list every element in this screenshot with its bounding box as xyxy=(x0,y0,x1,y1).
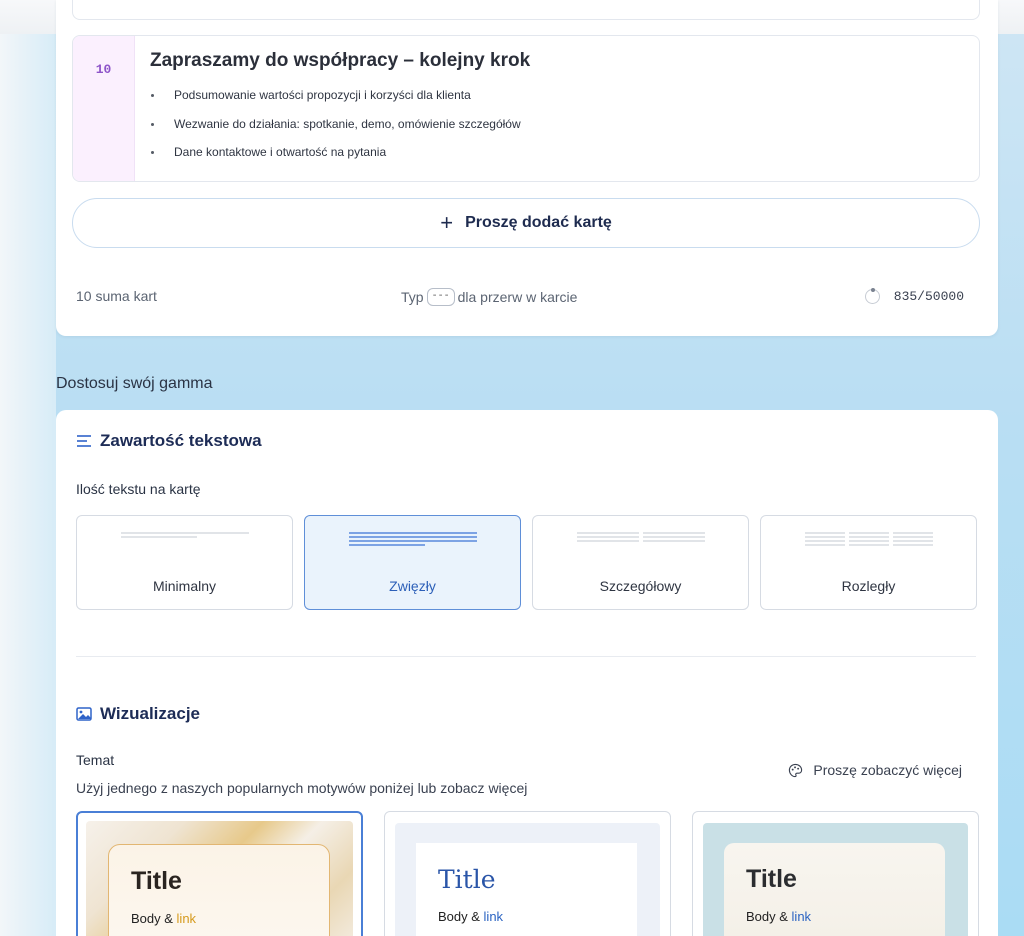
extensive-lines-icon xyxy=(805,532,933,546)
theme-gallery: Title Body & link Title Body & link Titl… xyxy=(76,811,979,936)
slide-bullet[interactable]: Wezwanie do działania: spotkanie, demo, … xyxy=(150,117,521,146)
outline-panel: 10 Zapraszamy do współpracy – kolejny kr… xyxy=(56,0,998,336)
text-content-heading: Zawartość tekstowa xyxy=(76,431,262,451)
previous-card-edge xyxy=(72,0,980,20)
theme-teal-link: link xyxy=(791,909,812,924)
slide-bullet[interactable]: Dane kontaktowe i otwartość na pytania xyxy=(150,145,521,174)
hint-prefix: Typ xyxy=(401,289,424,305)
hint-suffix: dla przerw w karcie xyxy=(457,289,578,305)
theme-serif-body-text: Body & xyxy=(438,909,480,924)
character-counter: 835/50000 xyxy=(864,288,964,304)
concise-lines-icon xyxy=(349,532,477,546)
left-gutter xyxy=(0,34,56,936)
slide-card[interactable]: 10 Zapraszamy do współpracy – kolejny kr… xyxy=(72,35,980,182)
slide-title[interactable]: Zapraszamy do współpracy – kolejny krok xyxy=(150,50,530,72)
section-divider xyxy=(76,656,976,657)
image-icon xyxy=(76,707,92,721)
theme-gold-link: link xyxy=(176,911,197,926)
theme-card-gold[interactable]: Title Body & link xyxy=(76,811,363,936)
theme-description: Użyj jednego z naszych popularnych motyw… xyxy=(76,780,528,796)
settings-panel: Zawartość tekstowa Ilość tekstu na kartę… xyxy=(56,410,998,936)
theme-teal-body: Body & link xyxy=(746,909,811,924)
theme-label: Temat xyxy=(76,752,115,768)
total-cards: 10 suma kart xyxy=(76,288,157,304)
text-amount-options: Minimalny Zwięzły Szczegółowy Rozległy xyxy=(76,515,977,610)
palette-icon xyxy=(788,763,803,778)
option-detailed[interactable]: Szczegółowy xyxy=(532,515,749,610)
option-concise[interactable]: Zwięzły xyxy=(304,515,521,610)
add-card-label: Proszę dodać kartę xyxy=(465,214,612,231)
detailed-lines-icon xyxy=(577,532,705,542)
plus-icon: + xyxy=(440,210,454,235)
option-detailed-label: Szczegółowy xyxy=(599,578,682,594)
theme-card-teal[interactable]: Title Body & link xyxy=(692,811,979,936)
slide-bullet-list: Podsumowanie wartości propozycji i korzy… xyxy=(150,88,521,174)
text-lines-icon xyxy=(76,434,92,448)
theme-gold-body-text: Body & xyxy=(131,911,173,926)
visuals-heading: Wizualizacje xyxy=(76,704,200,724)
customize-heading: Dostosuj swój gamma xyxy=(56,375,213,392)
theme-gold-panel: Title Body & link xyxy=(108,844,330,936)
option-extensive[interactable]: Rozległy xyxy=(760,515,977,610)
theme-serif-title: Title xyxy=(438,865,496,894)
slide-bullet[interactable]: Podsumowanie wartości propozycji i korzy… xyxy=(150,88,521,117)
see-more-themes-link[interactable]: Proszę zobaczyć więcej xyxy=(788,762,962,778)
char-count: 835/50000 xyxy=(893,289,964,304)
progress-ring-icon xyxy=(864,288,880,304)
option-extensive-label: Rozległy xyxy=(841,578,896,594)
text-content-title: Zawartość tekstowa xyxy=(100,431,262,450)
theme-gold-title: Title xyxy=(131,867,182,895)
card-break-hint: Typ --- dla przerw w karcie xyxy=(401,288,577,306)
visuals-title: Wizualizacje xyxy=(100,704,200,723)
minimal-lines-icon xyxy=(121,532,249,538)
slide-number: 10 xyxy=(73,36,135,181)
option-minimal-label: Minimalny xyxy=(152,578,216,594)
hint-key: --- xyxy=(426,288,455,306)
theme-teal-title: Title xyxy=(746,865,797,893)
option-minimal[interactable]: Minimalny xyxy=(76,515,293,610)
theme-serif-body: Body & link xyxy=(438,909,503,924)
theme-teal-body-text: Body & xyxy=(746,909,788,924)
option-concise-label: Zwięzły xyxy=(389,578,436,594)
text-amount-label: Ilość tekstu na kartę xyxy=(76,481,201,497)
theme-serif-link: link xyxy=(483,909,504,924)
theme-teal-panel: Title Body & link xyxy=(724,843,945,936)
theme-gold-body: Body & link xyxy=(131,911,196,926)
add-card-button[interactable]: + Proszę dodać kartę xyxy=(72,198,980,248)
theme-serif-panel: Title Body & link xyxy=(416,843,637,936)
see-more-label: Proszę zobaczyć więcej xyxy=(813,762,962,778)
theme-card-serif[interactable]: Title Body & link xyxy=(384,811,671,936)
